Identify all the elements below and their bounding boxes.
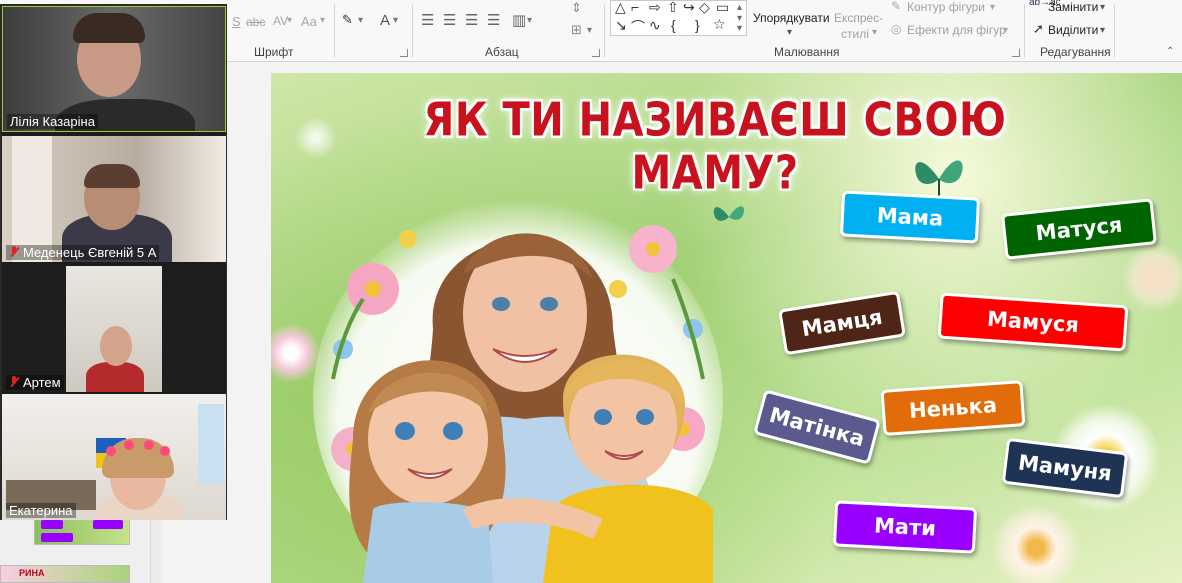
- arrange-button[interactable]: Упорядкувати: [753, 11, 830, 25]
- chevron-down-icon[interactable]: ▾: [287, 15, 292, 26]
- word-card[interactable]: Матінка: [753, 389, 881, 465]
- drawing-dialog-launcher-icon[interactable]: [1012, 49, 1020, 57]
- participant-tile[interactable]: Артем: [2, 266, 226, 392]
- align-right-icon[interactable]: ☰: [465, 11, 478, 29]
- chevron-down-icon[interactable]: ▾: [587, 25, 592, 36]
- word-card-label: Матінка: [766, 402, 868, 452]
- chevron-down-icon[interactable]: ▾: [787, 27, 792, 38]
- mic-muted-icon: [9, 376, 19, 388]
- chevron-down-icon[interactable]: ▾: [527, 15, 532, 26]
- participant-name: Меденець Євгеній 5 А: [6, 245, 160, 260]
- word-card-label: Мамуся: [986, 306, 1080, 338]
- flower-decoration: [991, 503, 1081, 583]
- word-card[interactable]: Мамця: [778, 290, 906, 356]
- slide-thumbnails: РИНА: [0, 515, 150, 583]
- replace-button[interactable]: Замінити: [1048, 0, 1098, 14]
- curve-shape-icon[interactable]: ⌐: [631, 0, 639, 15]
- eraser-format-icon[interactable]: ✎: [342, 12, 353, 28]
- shadow-text-button[interactable]: S: [232, 14, 241, 29]
- word-card[interactable]: Мамуся: [937, 292, 1129, 352]
- font-dialog-launcher-icon[interactable]: [400, 49, 408, 57]
- participant-tile[interactable]: Екатерина: [2, 394, 226, 520]
- effects-icon: ◎: [891, 22, 902, 36]
- word-card-label: Мамця: [799, 304, 885, 342]
- word-card-label: Мама: [876, 203, 944, 231]
- arrow-shape-icon[interactable]: ⇨: [649, 0, 661, 16]
- quick-styles-button-line1[interactable]: Експрес-: [834, 11, 883, 25]
- shape-outline-button[interactable]: Контур фігури: [907, 0, 985, 14]
- font-color-button[interactable]: A: [380, 12, 390, 29]
- pen-outline-icon: ✎: [891, 0, 902, 13]
- change-case-button[interactable]: Aa: [301, 14, 317, 29]
- slide-canvas[interactable]: ЯК ТИ НАЗИВАЄШ СВОЮ МАМУ? Мама Матуся Ма…: [271, 73, 1182, 583]
- chevron-down-icon[interactable]: ▾: [320, 15, 325, 26]
- collapse-ribbon-icon[interactable]: ⌃: [1166, 46, 1174, 57]
- chevron-down-icon[interactable]: ▾: [1100, 25, 1105, 36]
- wave-shape-icon[interactable]: ∿: [649, 17, 661, 34]
- strikethrough-button[interactable]: abc: [246, 15, 265, 29]
- flower-decoration: [1121, 243, 1182, 313]
- align-left-icon[interactable]: ☰: [421, 11, 434, 29]
- paragraph-group-label: Абзац: [485, 45, 519, 59]
- slide-thumbnail[interactable]: РИНА: [0, 565, 130, 583]
- flower-crown-icon: [106, 446, 116, 456]
- gallery-scroll-up-icon[interactable]: ▴: [737, 2, 742, 13]
- character-spacing-button[interactable]: AV: [273, 14, 288, 28]
- chevron-down-icon[interactable]: ▾: [1003, 25, 1008, 36]
- mother-children-illustration: [313, 199, 723, 583]
- mic-muted-icon: [9, 246, 19, 258]
- columns-icon[interactable]: ▥: [512, 11, 526, 29]
- word-card-label: Матуся: [1034, 212, 1124, 246]
- justify-icon[interactable]: ☰: [487, 11, 500, 29]
- smartart-icon[interactable]: ⊞: [571, 22, 582, 38]
- shape-effects-button[interactable]: Ефекти для фігур: [907, 23, 1006, 37]
- word-card[interactable]: Мати: [832, 500, 978, 554]
- arrow-up-shape-icon[interactable]: ⇧: [667, 0, 679, 16]
- arc-shape-icon[interactable]: ⌒: [631, 17, 645, 37]
- chevron-down-icon[interactable]: ▾: [990, 2, 995, 13]
- participant-name: Лілія Казаріна: [7, 114, 98, 129]
- thumbnail-title-text: РИНА: [19, 568, 45, 578]
- align-text-icon[interactable]: ⇕: [571, 0, 582, 16]
- select-button[interactable]: Виділити: [1048, 23, 1098, 37]
- arrow-curve-shape-icon[interactable]: ↪: [683, 0, 695, 16]
- line-shape-icon[interactable]: ↘: [615, 17, 627, 34]
- bokeh-decoration: [291, 113, 341, 163]
- chevron-down-icon[interactable]: ▾: [1100, 2, 1105, 13]
- chevron-down-icon[interactable]: ▾: [358, 15, 363, 26]
- brace-left-shape-icon[interactable]: {: [671, 17, 676, 33]
- align-center-icon[interactable]: ☰: [443, 11, 456, 29]
- gallery-more-icon[interactable]: ▾: [737, 23, 742, 34]
- triangle-shape-icon[interactable]: △: [615, 0, 626, 16]
- participant-name: Артем: [6, 375, 64, 390]
- video-participants-panel: Лілія Казаріна Меденець Євгеній 5 А Арте…: [0, 4, 227, 520]
- star-shape-icon[interactable]: ☆: [713, 16, 726, 33]
- participant-tile[interactable]: Лілія Казаріна: [2, 6, 226, 132]
- drawing-group-label: Малювання: [774, 45, 840, 59]
- word-card-label: Ненька: [908, 392, 998, 424]
- select-cursor-icon: ➚: [1033, 21, 1044, 36]
- participant-video: [66, 266, 162, 392]
- word-card[interactable]: Ненька: [880, 380, 1026, 436]
- word-card-label: Мати: [873, 513, 937, 541]
- chevron-down-icon[interactable]: ▾: [393, 15, 398, 26]
- brace-right-shape-icon[interactable]: }: [695, 17, 700, 33]
- flowchart-shape-icon[interactable]: ◇: [699, 0, 710, 16]
- shapes-gallery[interactable]: △ ⌐ ⇨ ⇧ ↪ ◇ ▭ ↘ ⌒ ∿ { } ☆: [610, 0, 747, 36]
- paragraph-dialog-launcher-icon[interactable]: [592, 49, 600, 57]
- editing-group-label: Редагування: [1040, 45, 1111, 59]
- word-card[interactable]: Мама: [839, 190, 981, 244]
- participant-name: Екатерина: [6, 503, 76, 518]
- word-card-label: Мамуня: [1016, 450, 1114, 486]
- font-group-label: Шрифт: [254, 45, 294, 59]
- callout-shape-icon[interactable]: ▭: [716, 0, 729, 16]
- participant-tile[interactable]: Меденець Євгеній 5 А: [2, 136, 226, 262]
- quick-styles-button-line2[interactable]: стилі: [841, 27, 869, 41]
- chevron-down-icon[interactable]: ▾: [872, 27, 877, 38]
